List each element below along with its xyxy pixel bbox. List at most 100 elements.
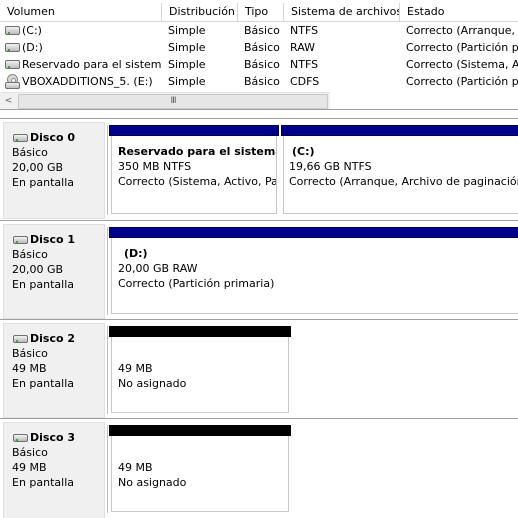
volume-layout: Simple — [168, 75, 206, 88]
disk-status: En pantalla — [12, 476, 75, 489]
scroll-area-blank — [330, 92, 518, 109]
volume-status: Correcto (Arranque, A — [406, 24, 518, 37]
partition-unallocated[interactable]: 49 MB No asignado — [109, 425, 291, 512]
volume-filesystem: NTFS — [290, 58, 319, 71]
partition-bar — [109, 227, 518, 238]
volume-status: Correcto (Partición pr — [406, 75, 518, 88]
partition-size: 20,00 GB RAW — [118, 262, 198, 275]
volume-status: Correcto (Sistema, Ac — [406, 58, 518, 71]
disk-type: Básico — [12, 248, 48, 261]
partition-name: Reservado para el sistema — [118, 145, 277, 158]
disk-status: En pantalla — [12, 278, 75, 291]
partition-body: Reservado para el sistema 350 MB NTFS Co… — [111, 136, 277, 214]
volume-layout: Simple — [168, 41, 206, 54]
volume-row[interactable]: Reservado para el sistema Simple Básico … — [0, 56, 518, 73]
volume-filesystem: RAW — [290, 41, 315, 54]
disk-row-0[interactable]: Disco 0 Básico 20,00 GB En pantalla Rese… — [0, 119, 518, 219]
disk-status: En pantalla — [12, 176, 75, 189]
volume-status: Correcto (Partición pr — [406, 41, 518, 54]
partition-size: 350 MB NTFS — [118, 160, 192, 173]
volume-type: Básico — [244, 41, 280, 54]
column-header-filesystem[interactable]: Sistema de archivos — [284, 3, 400, 22]
disk-type: Básico — [12, 446, 48, 459]
disk-size: 49 MB — [12, 362, 47, 375]
scrollbar-thumb[interactable]: III — [18, 94, 328, 109]
volume-list: Volumen Distribución Tipo Sistema de arc… — [0, 0, 518, 110]
volume-layout: Simple — [168, 58, 206, 71]
partition-status: No asignado — [118, 476, 187, 489]
disk-status: En pantalla — [12, 377, 75, 390]
disk-label-1[interactable]: Disco 1 Básico 20,00 GB En pantalla — [3, 224, 105, 319]
partition-area: Reservado para el sistema 350 MB NTFS Co… — [107, 125, 518, 215]
volume-row[interactable]: (C:) Simple Básico NTFS Correcto (Arranq… — [0, 22, 518, 39]
disk-title: Disco 3 — [30, 431, 76, 444]
partition-name: (D:) — [124, 247, 148, 260]
partition-bar — [281, 125, 518, 136]
volume-type: Básico — [244, 24, 280, 37]
column-header-type[interactable]: Tipo — [238, 3, 284, 22]
volume-layout: Simple — [168, 24, 206, 37]
partition-body: 49 MB No asignado — [111, 337, 289, 413]
drive-icon — [5, 26, 20, 35]
partition-bar — [109, 125, 279, 136]
disk-row-1[interactable]: Disco 1 Básico 20,00 GB En pantalla (D:)… — [0, 221, 518, 319]
unallocated-bar — [109, 425, 291, 436]
volume-filesystem: CDFS — [290, 75, 320, 88]
partition-area: 49 MB No asignado — [107, 326, 291, 414]
partition-status: Correcto (Sistema, Activo, Par — [118, 175, 277, 188]
partition-area: 49 MB No asignado — [107, 425, 291, 513]
partition-area: (D:) 20,00 GB RAW Correcto (Partición pr… — [107, 227, 518, 315]
volume-name: (D:) — [22, 41, 43, 54]
column-header-status[interactable]: Estado — [400, 3, 518, 22]
disk-label-3[interactable]: Disco 3 Básico 49 MB En pantalla — [3, 422, 105, 518]
disk-title: Disco 2 — [30, 332, 76, 345]
disk-type: Básico — [12, 347, 48, 360]
partition-body: (D:) 20,00 GB RAW Correcto (Partición pr… — [111, 238, 518, 314]
partition-body: 49 MB No asignado — [111, 436, 289, 512]
disk-type: Básico — [12, 146, 48, 159]
disk-size: 49 MB — [12, 461, 47, 474]
disk-title: Disco 1 — [30, 233, 76, 246]
partition-d[interactable]: (D:) 20,00 GB RAW Correcto (Partición pr… — [109, 227, 518, 314]
hard-disk-icon — [13, 236, 28, 244]
volume-row[interactable]: VBOXADDITIONS_5. (E:) Simple Básico CDFS… — [0, 73, 518, 90]
disk-size: 20,00 GB — [12, 263, 64, 276]
hard-disk-icon — [13, 134, 28, 142]
disk-row-3[interactable]: Disco 3 Básico 49 MB En pantalla 49 MB N… — [0, 419, 518, 518]
disk-label-0[interactable]: Disco 0 Básico 20,00 GB En pantalla — [3, 122, 105, 219]
partition-status: Correcto (Arranque, Archivo de paginació… — [289, 175, 518, 188]
partition-status: Correcto (Partición primaria) — [118, 277, 275, 290]
partition-unallocated[interactable]: 49 MB No asignado — [109, 326, 291, 413]
volume-name: VBOXADDITIONS_5. (E:) — [22, 75, 153, 88]
disk-graphical-view: Disco 0 Básico 20,00 GB En pantalla Rese… — [0, 118, 518, 518]
partition-name: (C:) — [292, 145, 315, 158]
partition-status: No asignado — [118, 377, 187, 390]
drive-icon — [5, 60, 20, 69]
volume-name: (C:) — [22, 24, 42, 37]
column-header-row: Volumen Distribución Tipo Sistema de arc… — [0, 3, 518, 22]
disk-label-2[interactable]: Disco 2 Básico 49 MB En pantalla — [3, 323, 105, 418]
hard-disk-icon — [13, 434, 28, 442]
column-header-volume[interactable]: Volumen — [0, 3, 162, 22]
scroll-left-button[interactable]: < — [0, 93, 17, 110]
partition-system-reserved[interactable]: Reservado para el sistema 350 MB NTFS Co… — [109, 125, 279, 214]
column-header-layout[interactable]: Distribución — [162, 3, 238, 22]
partition-size: 49 MB — [118, 362, 153, 375]
hard-disk-icon — [13, 335, 28, 343]
volume-name: Reservado para el sistema — [22, 58, 162, 71]
partition-body: (C:) 19,66 GB NTFS Correcto (Arranque, A… — [283, 136, 518, 214]
horizontal-scrollbar[interactable]: < III — [0, 92, 330, 109]
volume-filesystem: NTFS — [290, 24, 319, 37]
disk-row-2[interactable]: Disco 2 Básico 49 MB En pantalla 49 MB N… — [0, 320, 518, 418]
volume-type: Básico — [244, 75, 280, 88]
disk-size: 20,00 GB — [12, 161, 64, 174]
partition-size: 49 MB — [118, 461, 153, 474]
partition-c[interactable]: (C:) 19,66 GB NTFS Correcto (Arranque, A… — [281, 125, 518, 214]
disk-title: Disco 0 — [30, 131, 76, 144]
partition-size: 19,66 GB NTFS — [289, 160, 372, 173]
volume-row[interactable]: (D:) Simple Básico RAW Correcto (Partici… — [0, 39, 518, 56]
cd-drive-icon — [5, 74, 20, 89]
volume-type: Básico — [244, 58, 280, 71]
drive-icon — [5, 43, 20, 52]
unallocated-bar — [109, 326, 291, 337]
